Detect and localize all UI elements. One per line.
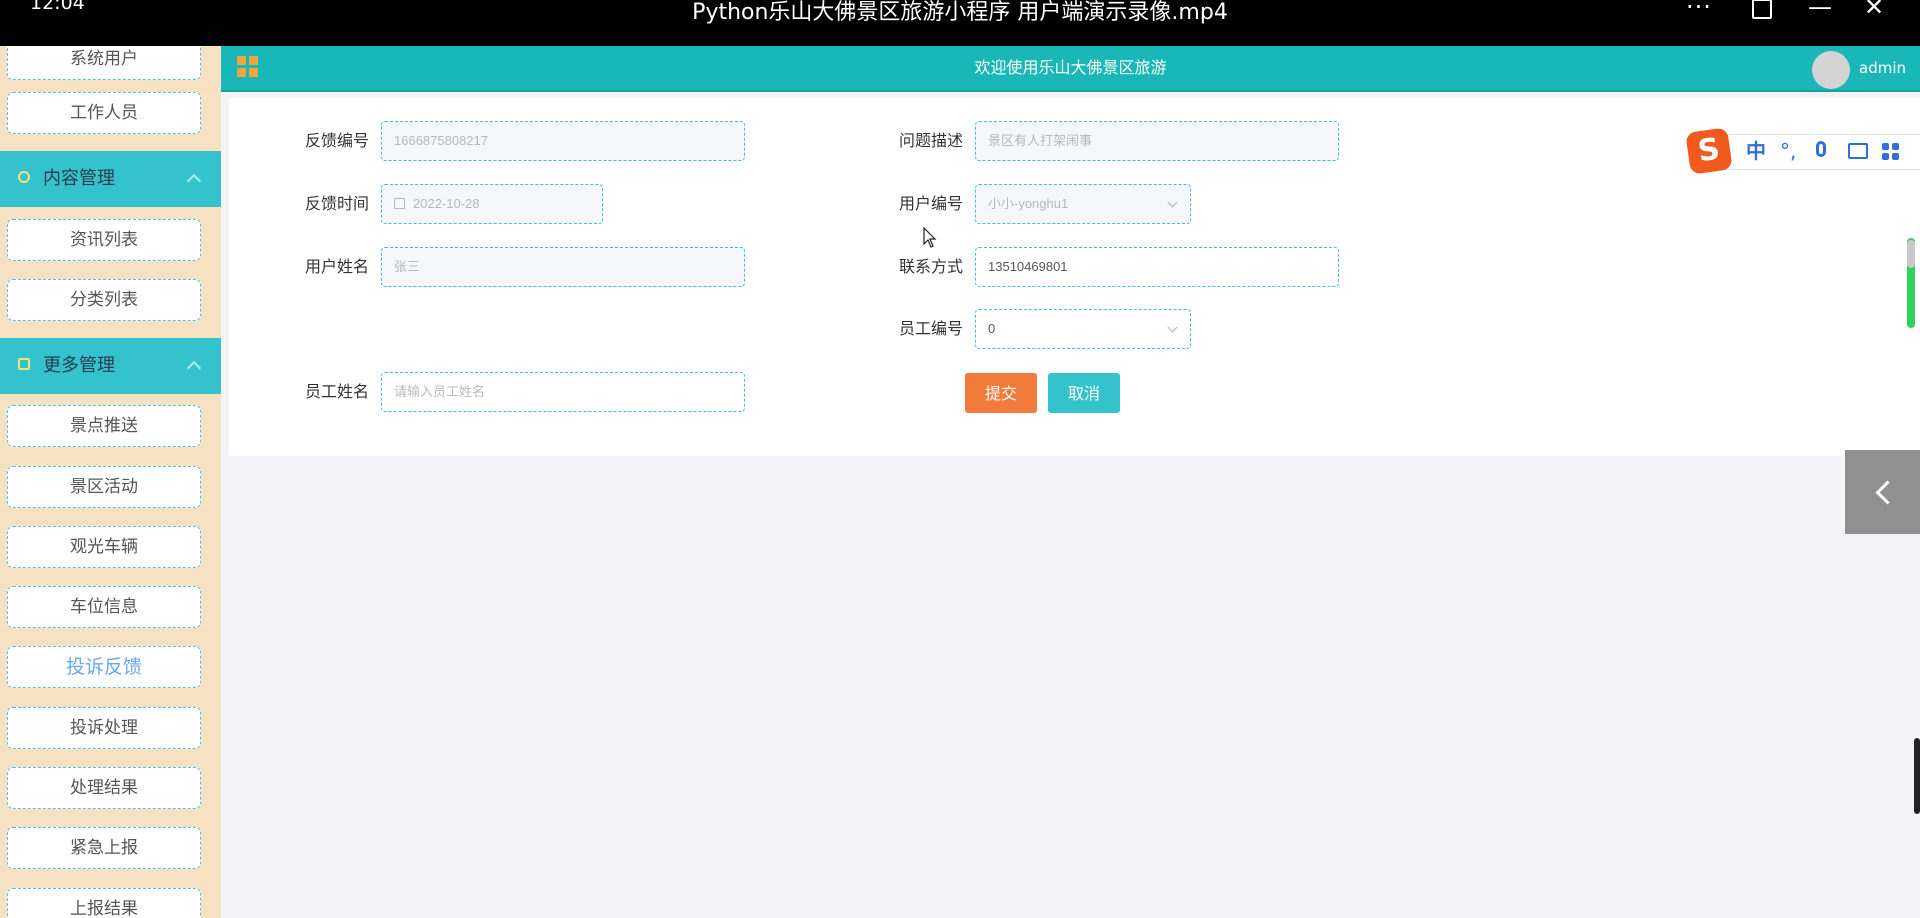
user-no-select[interactable]: 小小-yonghu1 — [975, 184, 1191, 224]
chevron-left-icon — [1875, 480, 1900, 505]
calendar-icon — [394, 198, 405, 209]
user-name-field[interactable]: 张三 — [381, 247, 745, 287]
ime-logo-icon[interactable]: S — [1685, 127, 1733, 175]
more-management-icon — [18, 358, 30, 370]
sidebar-item-category-list[interactable]: 分类列表 — [7, 279, 201, 321]
feedback-time-value: 2022-10-28 — [413, 196, 480, 211]
video-title: Python乐山大佛景区旅游小程序 用户端演示录像.mp4 — [692, 0, 1228, 25]
sidebar-group-label: 更多管理 — [43, 355, 115, 376]
video-player-titlebar: 12:04 Python乐山大佛景区旅游小程序 用户端演示录像.mp4 ··· … — [0, 0, 1920, 46]
picture-in-picture-icon[interactable] — [1752, 0, 1772, 22]
toolbox-grid-icon[interactable] — [1882, 143, 1900, 161]
chevron-down-icon — [1167, 197, 1178, 208]
contact-label: 联系方式 — [898, 257, 963, 276]
sidebar-item-parking-info[interactable]: 车位信息 — [7, 586, 201, 628]
feedback-form: 反馈编号 1666875808217 问题描述 景区有人打架闹事 反馈时间 20… — [229, 98, 1920, 456]
ime-toolbar: S 中 °, — [1685, 127, 1920, 175]
scroll-indicator-thumb[interactable] — [1907, 240, 1915, 268]
sidebar-item-complaint-handling[interactable]: 投诉处理 — [7, 707, 201, 749]
sidebar-item-report-result[interactable]: 上报结果 — [7, 888, 201, 918]
sidebar-item-scenic-push[interactable]: 景点推送 — [7, 405, 201, 447]
feedback-time-datepicker[interactable]: 2022-10-28 — [381, 184, 603, 224]
sidebar-item-emergency-report[interactable]: 紧急上报 — [7, 827, 201, 869]
chevron-up-icon — [186, 360, 202, 376]
staff-no-value: 0 — [988, 321, 996, 336]
sidebar-item-complaint-feedback[interactable]: 投诉反馈 — [7, 646, 201, 688]
feedback-no-label: 反馈编号 — [304, 131, 369, 150]
user-no-value: 小小-yonghu1 — [988, 196, 1069, 211]
problem-desc-field[interactable]: 景区有人打架闹事 — [975, 121, 1339, 161]
close-icon[interactable]: ✕ — [1864, 0, 1884, 22]
sidebar-group-content-management[interactable]: 内容管理 — [0, 151, 221, 207]
ime-chinese-mode-icon[interactable]: 中 — [1746, 141, 1766, 161]
sidebar-group-label: 内容管理 — [43, 168, 115, 189]
edge-handle[interactable] — [1914, 738, 1920, 814]
user-no-label: 用户编号 — [898, 194, 963, 213]
user-name-label: 用户姓名 — [304, 257, 369, 276]
chevron-down-icon — [1167, 322, 1178, 333]
sidebar-group-more-management[interactable]: 更多管理 — [0, 338, 221, 394]
keyboard-icon[interactable] — [1848, 143, 1868, 159]
ime-punctuation-icon[interactable]: °, — [1780, 141, 1796, 161]
feedback-time-label: 反馈时间 — [304, 194, 369, 213]
sidebar-item-system-users[interactable]: 系统用户 — [7, 46, 201, 80]
username[interactable]: admin — [1859, 46, 1906, 90]
sidebar-item-handling-result[interactable]: 处理结果 — [7, 767, 201, 809]
feedback-no-field[interactable]: 1666875808217 — [381, 121, 745, 161]
more-options-icon[interactable]: ··· — [1686, 0, 1712, 22]
staff-no-select[interactable]: 0 — [975, 309, 1191, 349]
sidebar-item-news-list[interactable]: 资讯列表 — [7, 219, 201, 261]
content-management-icon — [18, 171, 30, 183]
avatar[interactable] — [1812, 51, 1850, 89]
cancel-button[interactable]: 取消 — [1048, 373, 1120, 413]
problem-desc-label: 问题描述 — [898, 131, 963, 150]
submit-button[interactable]: 提交 — [965, 373, 1037, 413]
sidebar-item-staff[interactable]: 工作人员 — [7, 92, 201, 134]
page-title: 欢迎使用乐山大佛景区旅游 — [974, 58, 1167, 77]
mouse-cursor-icon — [923, 227, 937, 248]
top-header: 欢迎使用乐山大佛景区旅游 admin — [221, 46, 1920, 92]
staff-no-label: 员工编号 — [898, 319, 963, 338]
minimize-icon[interactable]: — — [1808, 0, 1832, 22]
microphone-icon[interactable] — [1816, 141, 1826, 157]
chevron-up-icon — [186, 173, 202, 189]
staff-name-input[interactable]: 请输入员工姓名 — [381, 372, 745, 412]
sidebar-item-tour-vehicle[interactable]: 观光车辆 — [7, 526, 201, 568]
sidebar: 系统用户 工作人员 内容管理 资讯列表 分类列表 更多管理 景点推送 景区活动 … — [0, 46, 221, 918]
contact-field[interactable]: 13510469801 — [975, 247, 1339, 287]
sidebar-item-scenic-activity[interactable]: 景区活动 — [7, 466, 201, 508]
side-panel-toggle[interactable] — [1845, 450, 1920, 534]
staff-name-label: 员工姓名 — [304, 382, 369, 401]
